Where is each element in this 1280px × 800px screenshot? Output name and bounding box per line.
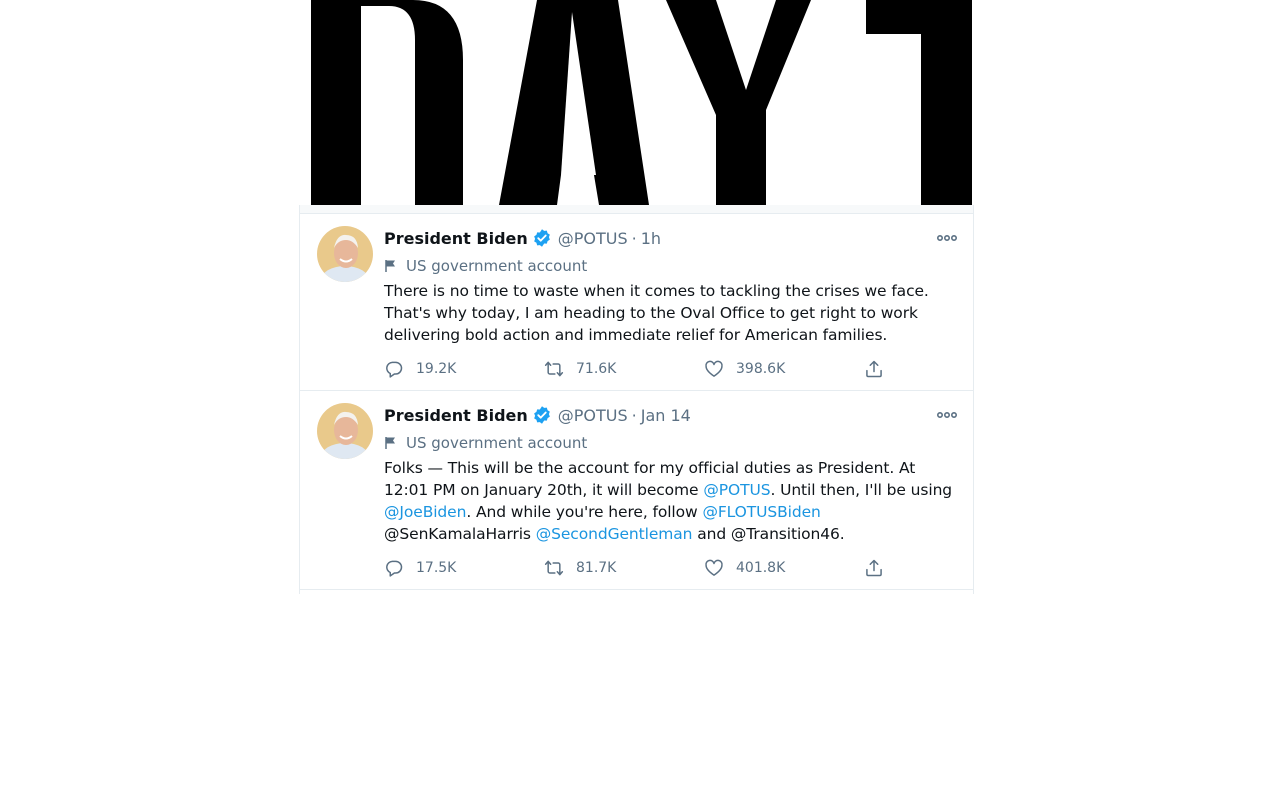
retweet-icon (544, 361, 564, 377)
tweet-header: President Biden @POTUS · Jan 14 (384, 403, 964, 427)
mention-link[interactable]: @JoeBiden (384, 503, 466, 521)
tweet-text-segment: . And while you're here, follow (466, 503, 703, 521)
like-button[interactable]: 398.6K (704, 359, 864, 379)
author-handle[interactable]: @POTUS (558, 406, 628, 425)
reply-icon (386, 361, 403, 378)
tweet-timestamp[interactable]: 1h (641, 229, 661, 248)
retweet-button[interactable]: 71.6K (544, 359, 704, 379)
tweet-feed: President Biden @POTUS · 1h US governmen… (299, 205, 974, 594)
flag-icon (384, 259, 398, 273)
author-name[interactable]: President Biden (384, 229, 528, 248)
tweet-text-segment: @SenKamalaHarris (384, 525, 536, 543)
more-options-icon[interactable] (932, 405, 962, 425)
tweet-actions: 17.5K 81.7K 401.8K (384, 556, 1024, 580)
verified-badge-icon (532, 405, 552, 425)
day-one-header-image (311, 0, 972, 205)
author-handle[interactable]: @POTUS (558, 229, 628, 248)
retweet-button[interactable]: 81.7K (544, 558, 704, 578)
tweet-text-segment: and @Transition46. (692, 525, 845, 543)
account-label: US government account (384, 429, 964, 457)
author-name[interactable]: President Biden (384, 406, 528, 425)
tweet[interactable]: President Biden @POTUS · 1h US governmen… (300, 214, 973, 391)
retweet-count: 71.6K (576, 361, 617, 377)
tweet-text-segment: There is no time to waste when it comes … (384, 282, 929, 344)
share-button[interactable] (864, 359, 1024, 379)
verified-badge-icon (532, 228, 552, 248)
tweet[interactable]: President Biden @POTUS · Jan 14 US gover… (300, 391, 973, 590)
reply-count: 17.5K (416, 560, 457, 576)
reply-count: 19.2K (416, 361, 457, 377)
like-button[interactable]: 401.8K (704, 558, 864, 578)
flag-icon (384, 436, 398, 450)
heart-icon (705, 559, 723, 576)
like-count: 401.8K (736, 560, 786, 576)
tweet-body: President Biden @POTUS · Jan 14 US gover… (384, 403, 964, 545)
avatar[interactable] (317, 226, 373, 282)
reply-icon (386, 560, 403, 577)
share-button[interactable] (864, 558, 1024, 578)
mention-link[interactable]: @FLOTUSBiden (702, 503, 820, 521)
tweet-text: There is no time to waste when it comes … (384, 280, 964, 346)
tweet-actions: 19.2K 71.6K 398.6K (384, 357, 1024, 381)
account-label-text: US government account (406, 434, 588, 452)
separator-dot: · (631, 405, 637, 425)
retweet-icon (544, 560, 564, 576)
mention-link[interactable]: @POTUS (703, 481, 770, 499)
reply-button[interactable]: 17.5K (384, 558, 544, 578)
tweet-header: President Biden @POTUS · 1h (384, 226, 964, 250)
retweet-count: 81.7K (576, 560, 617, 576)
day-one-graphic (311, 0, 972, 205)
avatar[interactable] (317, 403, 373, 459)
account-label-text: US government account (406, 257, 588, 275)
more-options-icon[interactable] (932, 228, 962, 248)
tweet-text: Folks — This will be the account for my … (384, 457, 964, 545)
mention-link[interactable]: @SecondGentleman (536, 525, 693, 543)
tweet-body: President Biden @POTUS · 1h US governmen… (384, 226, 964, 346)
reply-button[interactable]: 19.2K (384, 359, 544, 379)
feed-separator (300, 205, 973, 214)
account-label: US government account (384, 252, 964, 280)
tweet-text-segment: . Until then, I'll be using (770, 481, 953, 499)
separator-dot: · (631, 228, 637, 248)
like-count: 398.6K (736, 361, 786, 377)
tweet-timestamp[interactable]: Jan 14 (641, 406, 691, 425)
share-icon (866, 360, 882, 378)
share-icon (866, 559, 882, 577)
heart-icon (705, 360, 723, 377)
